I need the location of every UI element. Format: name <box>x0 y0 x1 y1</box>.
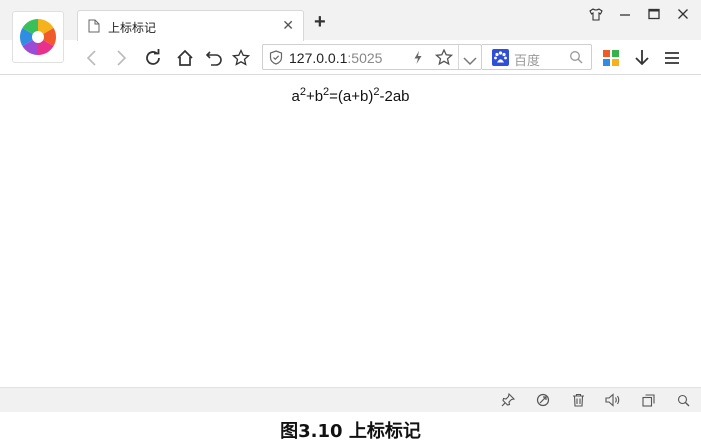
forward-icon[interactable] <box>111 48 131 68</box>
window-close-icon[interactable] <box>675 6 691 22</box>
tab-active[interactable]: 上标标记 ✕ <box>77 10 304 41</box>
pin-icon[interactable] <box>500 392 516 408</box>
zoom-icon[interactable] <box>675 392 691 408</box>
trash-icon[interactable] <box>570 392 586 408</box>
home-icon[interactable] <box>175 48 195 68</box>
window-controls <box>588 6 691 22</box>
volume-icon[interactable] <box>605 392 621 408</box>
window-restore-icon[interactable] <box>640 392 656 408</box>
url-host: 127.0.0.1 <box>289 50 348 66</box>
formula-part: a <box>291 88 300 105</box>
url-divider <box>458 45 459 69</box>
skin-icon[interactable] <box>588 6 604 22</box>
back-icon[interactable] <box>82 48 102 68</box>
document-icon <box>88 19 100 38</box>
reload-icon[interactable] <box>143 48 163 68</box>
search-icon[interactable] <box>569 50 583 69</box>
minimize-icon[interactable] <box>617 6 633 22</box>
address-bar[interactable]: 127.0.0.1:5025 <box>262 44 482 70</box>
lightning-icon[interactable] <box>413 50 423 70</box>
browser-logo[interactable] <box>12 11 64 63</box>
url-text[interactable]: 127.0.0.1:5025 <box>289 50 397 66</box>
formula-part: -2ab <box>379 88 410 105</box>
formula-part: =(a+b) <box>329 88 374 105</box>
formula-text: a2+b2=(a+b)2-2ab <box>0 87 701 106</box>
star-icon[interactable] <box>231 48 251 68</box>
search-box[interactable]: 百度 <box>482 44 592 70</box>
chevron-down-icon[interactable] <box>463 53 477 71</box>
bookmark-star-icon[interactable] <box>434 48 454 71</box>
undo-icon[interactable] <box>204 48 224 68</box>
search-placeholder: 百度 <box>514 53 541 68</box>
formula-part: +b <box>305 88 324 105</box>
url-port: :5025 <box>347 50 383 66</box>
toolbar: 127.0.0.1:5025 百度 <box>0 40 701 75</box>
title-bar: 上标标记 ✕ + <box>0 0 701 41</box>
menu-icon[interactable] <box>662 48 682 68</box>
figure-caption: 图3.10 上标标记 <box>280 421 421 442</box>
baidu-paw-icon <box>492 49 509 71</box>
block-icon[interactable] <box>535 392 551 408</box>
close-icon[interactable]: ✕ <box>282 17 294 34</box>
plus-icon[interactable]: + <box>314 12 326 32</box>
status-icons <box>500 392 691 408</box>
maximize-icon[interactable] <box>646 6 662 22</box>
page-content: a2+b2=(a+b)2-2ab <box>0 76 701 387</box>
download-icon[interactable] <box>632 48 652 68</box>
tab-title: 上标标记 <box>108 21 157 35</box>
shield-icon <box>269 50 283 70</box>
status-bar <box>0 387 701 412</box>
apps-icon[interactable] <box>601 48 621 68</box>
